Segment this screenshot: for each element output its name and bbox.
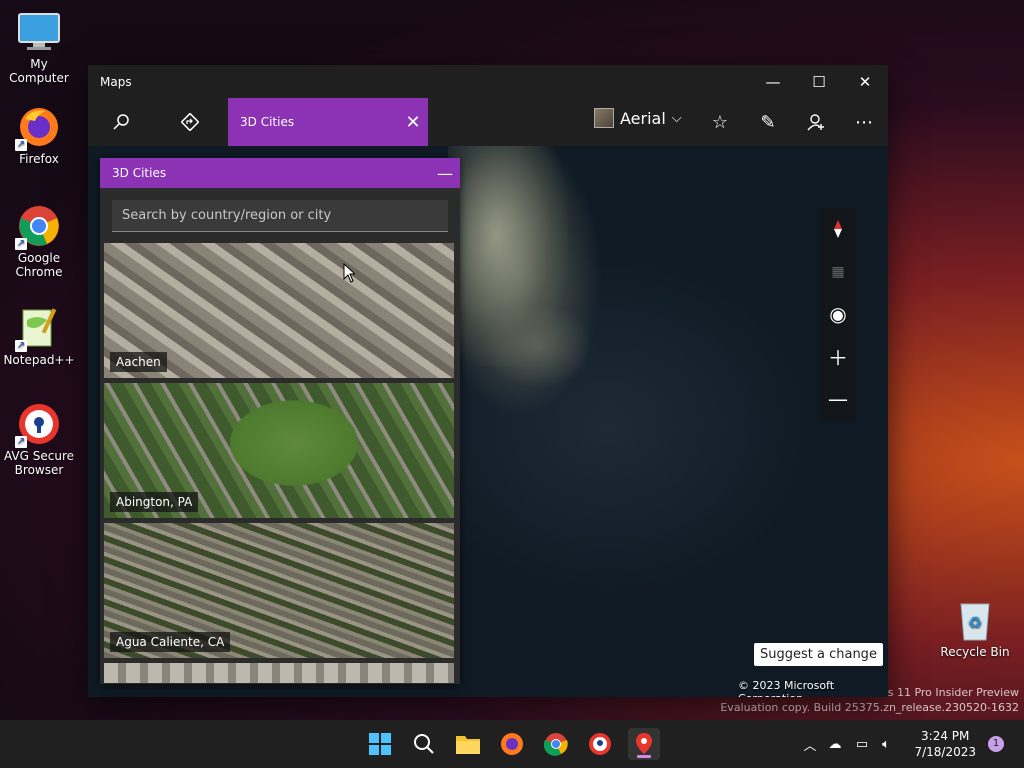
taskbar-firefox-icon[interactable] (496, 728, 528, 760)
shortcut-arrow-icon: ↗ (15, 340, 27, 352)
city-tile-next[interactable] (104, 663, 454, 683)
city-label: Aachen (110, 352, 167, 372)
onedrive-offline-icon[interactable]: ☁ (820, 737, 850, 752)
clock[interactable]: 3:24 PM 7/18/2023 (914, 728, 976, 760)
watermark-line1: ws 11 Pro Insider Preview (878, 686, 1019, 699)
city-tile-agua-caliente[interactable]: Agua Caliente, CA (104, 523, 454, 658)
tab-3d-cities[interactable]: 3D Cities ✕ (228, 98, 428, 146)
aerial-thumbnail-icon (594, 108, 614, 128)
shortcut-arrow-icon: ↗ (15, 139, 27, 151)
monitor-icon (17, 10, 61, 54)
zoom-in-icon[interactable]: ＋ (820, 335, 856, 377)
desktop-icon-firefox[interactable]: ↗ Firefox (0, 105, 78, 166)
file-explorer-icon[interactable] (452, 728, 484, 760)
search-icon[interactable] (98, 98, 146, 146)
window-title: Maps (100, 74, 132, 89)
taskbar: ︿ ☁ ▭ 🔈︎ 3:24 PM 7/18/2023 1 (0, 720, 1024, 768)
shortcut-arrow-icon: ↗ (15, 238, 27, 250)
ink-pen-icon[interactable]: ✎ (744, 98, 792, 146)
watermark-line2: Evaluation copy. Build 25375.zn_release.… (720, 701, 1019, 714)
copyright-text: © 2023 Microsoft Corporation (738, 679, 835, 697)
desktop-icon-avg[interactable]: ↗ AVG Secure Browser (0, 402, 78, 477)
chevron-down-icon: ⌵ (671, 110, 682, 126)
desktop-icon-my-computer[interactable]: My Computer (0, 10, 78, 85)
network-icon[interactable]: ▭ (850, 737, 874, 752)
active-app-indicator (637, 755, 651, 758)
firefox-icon: ↗ (15, 105, 61, 151)
desktop-icon-chrome[interactable]: ↗ Google Chrome (0, 204, 78, 279)
start-button[interactable] (364, 728, 396, 760)
desktop-icon-label: Notepad++ (3, 353, 75, 367)
desktop-icon-notepadpp[interactable]: ↗ Notepad++ (0, 306, 78, 367)
panel-header: 3D Cities — (100, 158, 460, 188)
more-options-icon[interactable]: ⋯ (840, 98, 888, 146)
title-bar[interactable]: Maps — ☐ ✕ (88, 65, 888, 98)
avg-icon: ↗ (15, 402, 61, 448)
map-coastline (448, 146, 568, 366)
mouse-cursor-icon (343, 263, 355, 283)
clock-date: 7/18/2023 (914, 745, 976, 759)
account-icon[interactable] (792, 98, 840, 146)
city-label: Agua Caliente, CA (110, 632, 231, 652)
desktop-icon-label: Firefox (19, 152, 59, 166)
compass-icon[interactable] (820, 208, 856, 250)
taskbar-avg-icon[interactable] (584, 728, 616, 760)
close-button[interactable]: ✕ (842, 65, 888, 98)
tilt-grid-icon[interactable]: ▦ (820, 250, 856, 292)
system-tray: ︿ ☁ ▭ 🔈︎ (800, 720, 898, 768)
close-tab-icon[interactable]: ✕ (398, 112, 428, 133)
recycle-bin-icon: ♻ (953, 598, 997, 642)
3d-cities-panel: 3D Cities — Search by country/region or … (100, 158, 460, 684)
city-label: Abington, PA (110, 492, 199, 512)
city-tile-abington[interactable]: Abington, PA (104, 383, 454, 518)
taskbar-chrome-icon[interactable] (540, 728, 572, 760)
clock-time: 3:24 PM (921, 729, 970, 743)
city-search-input[interactable]: Search by country/region or city (112, 200, 448, 232)
notification-badge[interactable]: 1 (988, 736, 1004, 752)
desktop-icon-label: Recycle Bin (940, 645, 1010, 659)
suggest-change-button[interactable]: Suggest a change (754, 643, 883, 666)
shortcut-arrow-icon: ↗ (15, 436, 27, 448)
favorites-icon[interactable]: ☆ (696, 98, 744, 146)
toolbar: 3D Cities ✕ Aerial ⌵ ☆ ✎ ⋯ (88, 98, 888, 146)
directions-icon[interactable] (166, 98, 214, 146)
desktop-icon-label: AVG Secure Browser (3, 449, 75, 477)
maximize-button[interactable]: ☐ (796, 65, 842, 98)
map-controls: ▦ ◉ ＋ — (820, 208, 856, 420)
zoom-out-icon[interactable]: — (820, 378, 856, 420)
chevron-up-icon[interactable]: ︿ (800, 735, 820, 754)
map-style-dropdown[interactable]: Aerial ⌵ (594, 108, 682, 128)
svg-text:♻: ♻ (968, 613, 982, 632)
volume-icon[interactable]: 🔈︎ (874, 737, 898, 752)
my-location-icon[interactable]: ◉ (820, 293, 856, 335)
panel-title: 3D Cities (112, 166, 167, 180)
taskbar-search-icon[interactable] (408, 728, 440, 760)
minimize-panel-icon[interactable]: — (430, 164, 460, 183)
chrome-icon: ↗ (15, 204, 61, 250)
desktop-icon-label: My Computer (9, 57, 69, 85)
minimize-button[interactable]: — (750, 65, 796, 98)
city-tile-aachen[interactable]: Aachen (104, 243, 454, 378)
taskbar-maps-icon[interactable] (628, 728, 660, 760)
desktop-icon-recycle-bin[interactable]: ♻ Recycle Bin (936, 598, 1014, 659)
map-style-label: Aerial (620, 108, 666, 128)
city-list: Aachen Abington, PA Agua Caliente, CA (104, 243, 454, 683)
desktop-icon-label: Google Chrome (15, 251, 63, 279)
tab-label: 3D Cities (240, 115, 295, 129)
maps-window: Maps — ☐ ✕ 3D Cities ✕ Aerial ⌵ ☆ ✎ ⋯ ▦ … (88, 65, 888, 697)
notepad-icon: ↗ (15, 306, 61, 352)
